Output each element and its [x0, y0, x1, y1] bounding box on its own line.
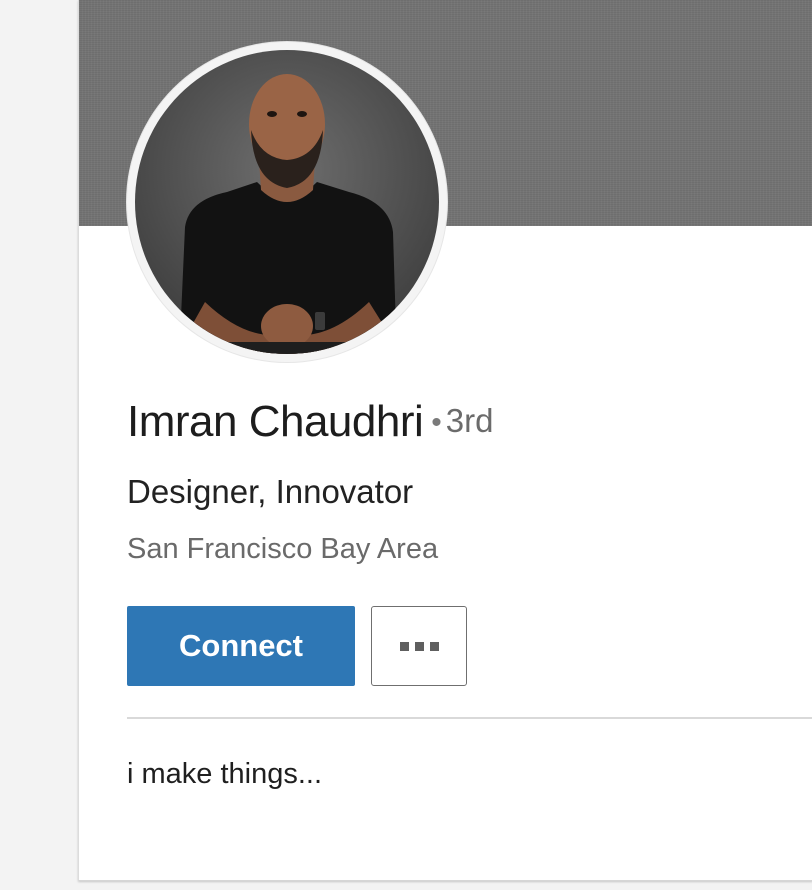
- more-actions-button[interactable]: [371, 606, 467, 686]
- profile-location: San Francisco Bay Area: [127, 533, 439, 565]
- degree-separator: •: [431, 406, 442, 439]
- profile-summary: i make things...: [127, 758, 323, 790]
- more-horizontal-icon: [399, 641, 439, 651]
- profile-avatar[interactable]: [127, 42, 447, 362]
- avatar-photo: [135, 50, 439, 354]
- profile-name: Imran Chaudhri: [127, 397, 424, 446]
- profile-headline: Designer, Innovator: [127, 473, 414, 510]
- section-divider: [127, 717, 812, 719]
- name-row: Imran Chaudhri • 3rd: [127, 400, 493, 444]
- profile-card: Imran Chaudhri • 3rd Designer, Innovator S…: [78, 0, 812, 881]
- connection-degree: 3rd: [445, 402, 494, 439]
- connect-button[interactable]: Connect: [127, 606, 355, 686]
